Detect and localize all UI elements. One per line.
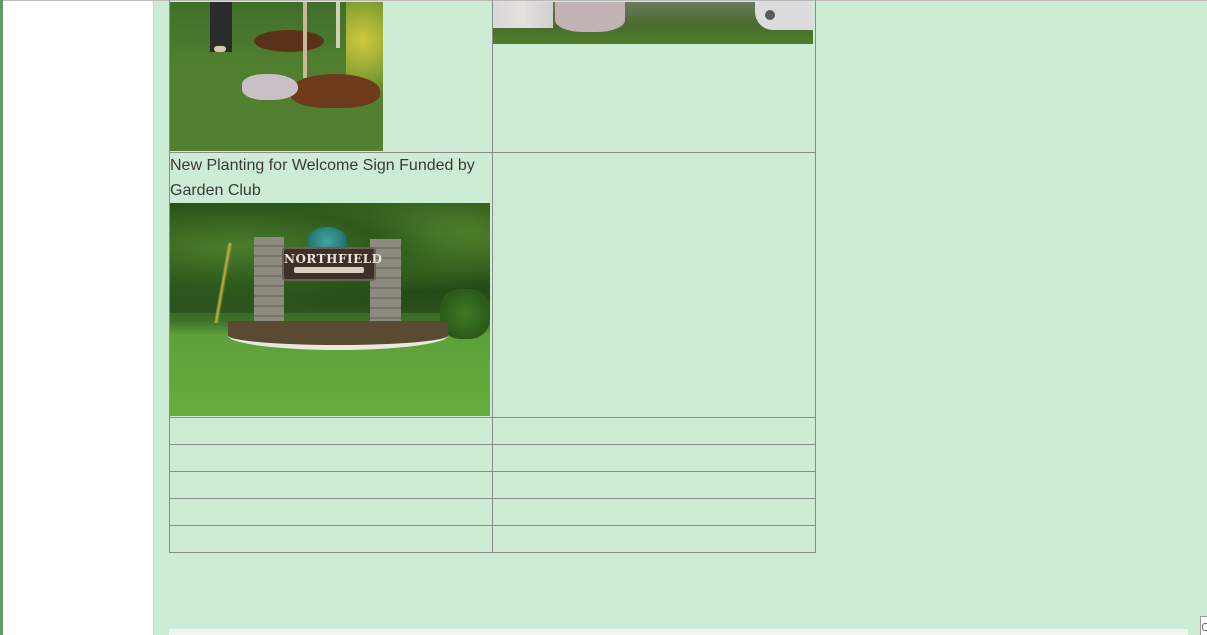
stone-pillar xyxy=(254,237,284,321)
table-row xyxy=(169,498,816,526)
photo-gallery-table: New Planting for Welcome Sign Funded by … xyxy=(169,0,816,553)
table-cell xyxy=(492,498,816,526)
sidebar xyxy=(3,1,153,635)
table-cell xyxy=(169,498,493,526)
page: New Planting for Welcome Sign Funded by … xyxy=(0,0,1207,635)
table-cell xyxy=(492,444,816,472)
table-cell xyxy=(492,525,816,553)
photo-detail xyxy=(254,30,324,52)
photo-detail xyxy=(290,74,380,108)
table-cell: New Planting for Welcome Sign Funded by … xyxy=(169,152,493,418)
table-cell xyxy=(169,0,493,153)
photo-detail xyxy=(210,2,232,52)
welcome-sign-photo: NORTHFIELD xyxy=(170,203,490,416)
sign-board-text: NORTHFIELD xyxy=(284,252,383,266)
photo-detail xyxy=(210,243,240,323)
flower-bed xyxy=(228,321,448,350)
table-row xyxy=(169,525,816,553)
table-cell xyxy=(492,0,816,153)
photo-detail xyxy=(765,10,775,20)
table-cell xyxy=(169,444,493,472)
tree-planting-photo xyxy=(170,2,383,151)
chevron-icon xyxy=(1202,623,1207,631)
photo-detail xyxy=(242,74,298,100)
table-row xyxy=(169,0,816,153)
feedback-tab[interactable] xyxy=(1200,616,1207,635)
footer-strip xyxy=(169,629,1188,635)
table-cell xyxy=(169,525,493,553)
table-row xyxy=(169,417,816,445)
photo-detail xyxy=(755,2,813,30)
table-cell xyxy=(169,471,493,499)
table-row: New Planting for Welcome Sign Funded by … xyxy=(169,152,816,418)
photo-detail xyxy=(336,2,340,48)
photo-detail xyxy=(294,267,364,273)
photo-caption: New Planting for Welcome Sign Funded by … xyxy=(170,157,475,199)
table-cell xyxy=(492,152,816,418)
photo-detail xyxy=(555,2,625,32)
table-cell xyxy=(169,417,493,445)
table-row xyxy=(169,471,816,499)
photo-detail xyxy=(303,2,307,78)
table-cell xyxy=(492,417,816,445)
table-cell xyxy=(492,471,816,499)
sign-board: NORTHFIELD xyxy=(282,247,383,281)
volunteers-group-photo xyxy=(493,2,813,44)
photo-detail xyxy=(214,46,226,52)
main-content: New Planting for Welcome Sign Funded by … xyxy=(154,0,1207,635)
table-row xyxy=(169,444,816,472)
photo-detail xyxy=(493,2,553,28)
